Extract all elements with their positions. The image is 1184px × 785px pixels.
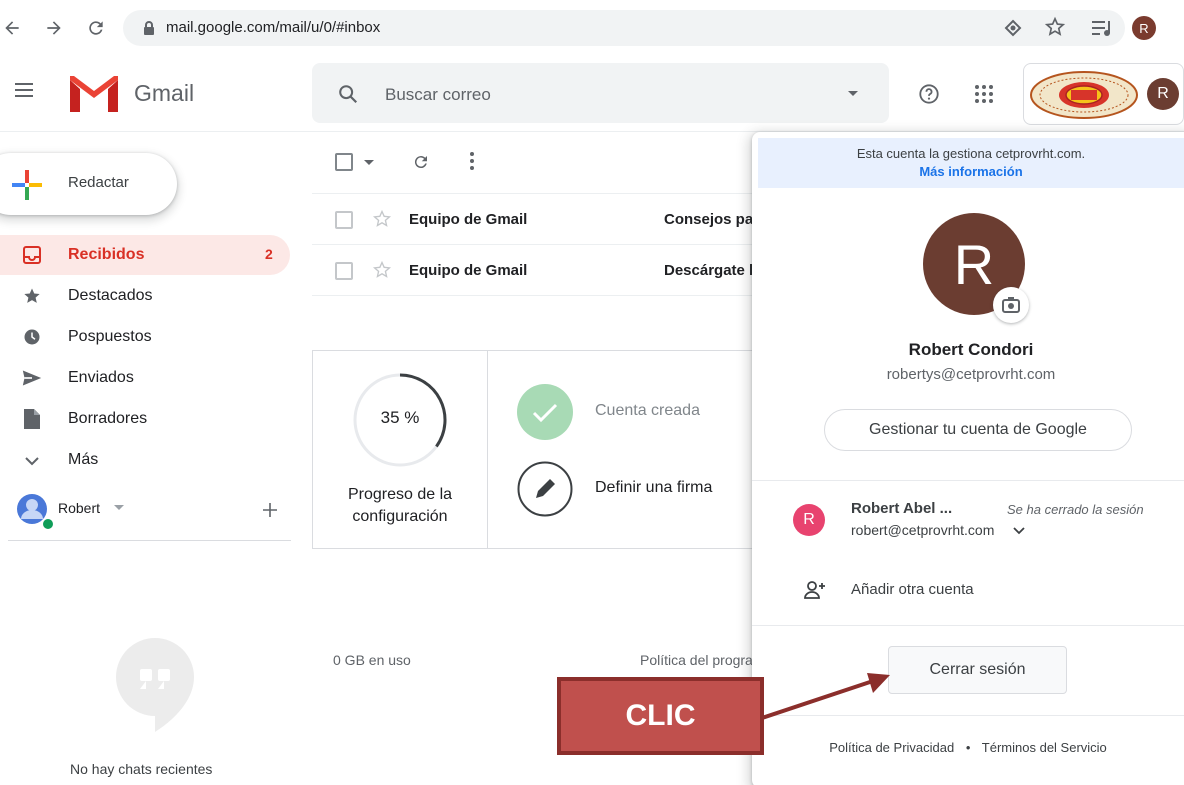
more-info-link[interactable]: Más información [758,164,1184,179]
row-subject: Consejos para usar tu nueva bandeja de e… [664,211,754,228]
chevron-down-icon [22,451,42,471]
refresh-icon[interactable] [412,153,430,171]
row-checkbox[interactable] [335,262,353,280]
privacy-policy-link[interactable]: Política de Privacidad [829,740,954,755]
inbox-icon [22,245,42,265]
extension-icon[interactable] [1003,18,1023,38]
reload-icon[interactable] [84,16,108,40]
hangouts-user-name[interactable]: Robert [58,500,100,516]
sidebar-item-label: Más [68,451,99,468]
managed-account-text: Esta cuenta la gestiona cetprovrht.com. [856,146,1086,161]
bookmark-star-icon[interactable] [1044,16,1066,38]
sidebar-item-inbox[interactable] [0,235,290,275]
search-icon[interactable] [337,83,359,105]
compose-plus-icon [12,170,42,200]
back-arrow-icon[interactable] [0,16,24,40]
hangouts-caret-icon[interactable] [114,505,124,511]
main-menu-icon[interactable] [15,83,33,97]
signature-pen-icon[interactable] [517,461,573,517]
help-icon[interactable] [918,83,940,105]
search-options-caret-icon[interactable] [847,90,859,98]
url-text[interactable]: mail.google.com/mail/u/0/#inbox [166,19,380,36]
row-divider [312,295,752,296]
star-icon[interactable] [372,209,392,229]
footer-separator: • [965,740,971,755]
sign-out-button[interactable]: Cerrar sesión [888,646,1067,694]
sidebar-item-sent[interactable] [0,358,290,398]
sidebar-item-more[interactable] [0,440,290,480]
sidebar-item-label: Recibidos [68,246,145,263]
clock-icon [22,327,42,347]
row-checkbox[interactable] [335,211,353,229]
storage-usage: 0 GB en uso [333,652,411,668]
forward-arrow-icon[interactable] [42,16,66,40]
setup-step-label: Cuenta creada [595,402,700,419]
sidebar-item-label: Borradores [68,410,148,427]
hangouts-quote-icon [116,638,194,738]
hangouts-avatar[interactable] [16,494,56,532]
send-icon [22,368,42,388]
no-chats-text: No hay chats recientes [70,761,213,777]
organization-logo-icon[interactable] [1029,70,1139,120]
row-subject: Descárgate la aplicación oficial de Gmai… [664,262,754,279]
terms-of-service-link[interactable]: Términos del Servicio [982,740,1107,755]
select-all-checkbox[interactable] [335,153,353,171]
row-sender: Equipo de Gmail [409,211,528,228]
draft-icon [22,409,42,429]
other-account-email: robert@cetprovrht.com [851,522,995,538]
sidebar-item-label: Destacados [68,287,153,304]
account-avatar[interactable]: R [1147,78,1179,110]
unread-count-badge: 2 [265,246,273,262]
star-icon[interactable] [372,260,392,280]
select-caret-icon[interactable] [364,160,374,166]
compose-label: Redactar [68,174,129,191]
other-account-name: Robert Abel ... [851,500,953,517]
account-name: Robert Condori [908,340,1034,359]
check-circle-icon [517,384,573,440]
program-policy-link[interactable]: Política del programa [640,652,755,668]
camera-icon[interactable] [993,287,1029,323]
browser-profile-avatar[interactable]: R [1132,16,1156,40]
gmail-logo-icon[interactable] [70,76,118,112]
media-queue-icon[interactable] [1092,19,1114,37]
chevron-down-icon[interactable] [1013,527,1025,535]
new-chat-plus-icon[interactable] [262,502,278,518]
manage-google-account-button[interactable]: Gestionar tu cuenta de Google [824,409,1132,451]
progress-title: Progreso de la configuración [347,486,453,525]
sidebar-item-label: Pospuestos [68,328,152,345]
setup-step-label[interactable]: Definir una firma [595,479,712,497]
more-vert-icon[interactable] [470,152,474,170]
lock-icon[interactable] [143,20,155,36]
setup-card-divider [487,350,488,549]
other-account-avatar[interactable]: R [793,504,825,536]
sidebar-divider [8,540,291,541]
sidebar-item-label: Enviados [68,369,134,386]
row-sender: Equipo de Gmail [409,262,528,279]
star-icon [22,286,42,306]
account-email: robertys@cetprovrht.com [886,366,1056,383]
annotation-arrow [758,673,890,721]
signed-out-status: Se ha cerrado la sesión [1007,502,1144,517]
progress-value: 35 % [380,408,420,427]
panel-divider [752,625,1184,626]
click-annotation-label: CLIC [557,677,764,755]
search-input[interactable]: Buscar correo [385,85,491,105]
apps-grid-icon[interactable] [974,84,994,104]
add-account-label: Añadir otra cuenta [851,581,974,598]
add-person-icon [804,581,826,599]
panel-footer: Política de Privacidad • Términos del Se… [752,740,1184,755]
gmail-brand-text[interactable]: Gmail [134,80,194,107]
